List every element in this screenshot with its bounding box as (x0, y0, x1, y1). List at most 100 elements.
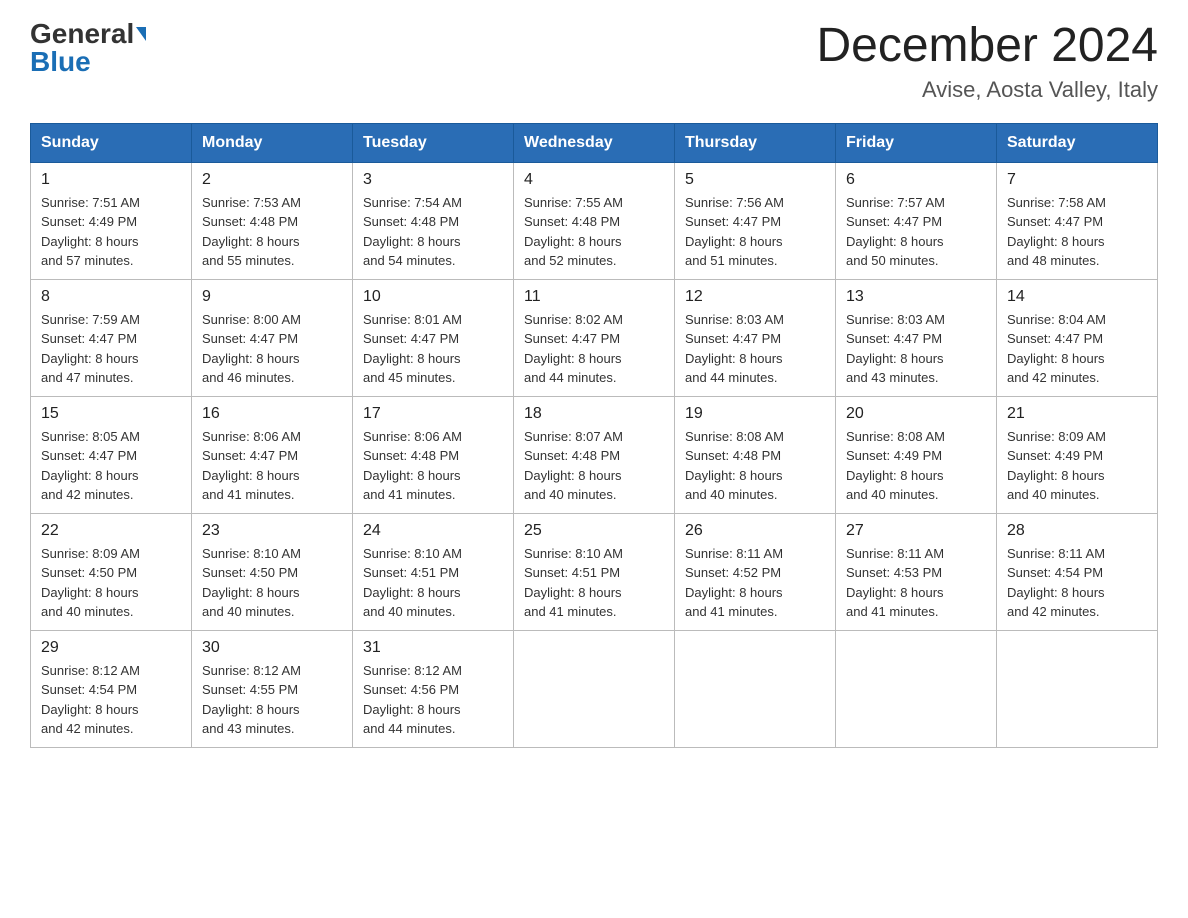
day-cell-20: 20Sunrise: 8:08 AMSunset: 4:49 PMDayligh… (836, 396, 997, 513)
day-cell-26: 26Sunrise: 8:11 AMSunset: 4:52 PMDayligh… (675, 513, 836, 630)
day-cell-31: 31 Sunrise: 8:12 AMSunset: 4:56 PMDayligh… (353, 630, 514, 747)
day-cell-9: 9 Sunrise: 8:00 AMSunset: 4:47 PMDaylight… (192, 279, 353, 396)
day-info: Sunrise: 8:03 AMSunset: 4:47 PMDaylight:… (685, 310, 825, 388)
day-number: 24 (363, 522, 503, 540)
day-cell-3: 3 Sunrise: 7:54 AMSunset: 4:48 PMDaylight… (353, 162, 514, 279)
day-number: 7 (1007, 171, 1147, 189)
day-info: Sunrise: 8:09 AMSunset: 4:49 PMDaylight:… (1007, 427, 1147, 505)
day-number: 31 (363, 639, 503, 657)
day-number: 26 (685, 522, 825, 540)
day-cell-30: 30 Sunrise: 8:12 AMSunset: 4:55 PMDayligh… (192, 630, 353, 747)
day-cell-27: 27 Sunrise: 8:11 AMSunset: 4:53 PMDayligh… (836, 513, 997, 630)
day-info: Sunrise: 8:10 AMSunset: 4:51 PMDaylight:… (524, 544, 664, 622)
day-cell-7: 7 Sunrise: 7:58 AMSunset: 4:47 PMDaylight… (997, 162, 1158, 279)
empty-cell (514, 630, 675, 747)
day-cell-10: 10Sunrise: 8:01 AMSunset: 4:47 PMDayligh… (353, 279, 514, 396)
day-number: 8 (41, 288, 181, 306)
day-info: Sunrise: 7:57 AMSunset: 4:47 PMDaylight:… (846, 193, 986, 271)
day-cell-22: 22 Sunrise: 8:09 AMSunset: 4:50 PMDayligh… (31, 513, 192, 630)
day-info: Sunrise: 8:07 AMSunset: 4:48 PMDaylight:… (524, 427, 664, 505)
logo: General Blue (30, 20, 146, 76)
empty-cell (997, 630, 1158, 747)
day-cell-1: 1 Sunrise: 7:51 AMSunset: 4:49 PMDaylight… (31, 162, 192, 279)
day-cell-17: 17 Sunrise: 8:06 AMSunset: 4:48 PMDayligh… (353, 396, 514, 513)
day-info: Sunrise: 8:04 AMSunset: 4:47 PMDaylight:… (1007, 310, 1147, 388)
title-section: December 2024 Avise, Aosta Valley, Italy (816, 20, 1158, 103)
day-cell-5: 5 Sunrise: 7:56 AMSunset: 4:47 PMDaylight… (675, 162, 836, 279)
day-info: Sunrise: 8:08 AMSunset: 4:48 PMDaylight:… (685, 427, 825, 505)
day-number: 17 (363, 405, 503, 423)
day-number: 13 (846, 288, 986, 306)
weekday-header-sunday: Sunday (31, 123, 192, 162)
logo-general-text: General (30, 20, 134, 48)
week-row-5: 29 Sunrise: 8:12 AMSunset: 4:54 PMDayligh… (31, 630, 1158, 747)
day-number: 30 (202, 639, 342, 657)
week-row-4: 22 Sunrise: 8:09 AMSunset: 4:50 PMDayligh… (31, 513, 1158, 630)
weekday-header-friday: Friday (836, 123, 997, 162)
day-cell-15: 15 Sunrise: 8:05 AMSunset: 4:47 PMDayligh… (31, 396, 192, 513)
day-info: Sunrise: 8:01 AMSunset: 4:47 PMDaylight:… (363, 310, 503, 388)
day-number: 25 (524, 522, 664, 540)
week-row-2: 8 Sunrise: 7:59 AMSunset: 4:47 PMDaylight… (31, 279, 1158, 396)
weekday-header-monday: Monday (192, 123, 353, 162)
day-number: 18 (524, 405, 664, 423)
day-cell-29: 29 Sunrise: 8:12 AMSunset: 4:54 PMDayligh… (31, 630, 192, 747)
weekday-header-thursday: Thursday (675, 123, 836, 162)
day-number: 29 (41, 639, 181, 657)
day-info: Sunrise: 8:11 AMSunset: 4:53 PMDaylight:… (846, 544, 986, 622)
day-cell-19: 19 Sunrise: 8:08 AMSunset: 4:48 PMDayligh… (675, 396, 836, 513)
day-info: Sunrise: 8:12 AMSunset: 4:54 PMDaylight:… (41, 661, 181, 739)
day-number: 9 (202, 288, 342, 306)
day-number: 1 (41, 171, 181, 189)
day-number: 27 (846, 522, 986, 540)
day-info: Sunrise: 8:12 AMSunset: 4:56 PMDaylight:… (363, 661, 503, 739)
day-cell-12: 12 Sunrise: 8:03 AMSunset: 4:47 PMDayligh… (675, 279, 836, 396)
weekday-header-wednesday: Wednesday (514, 123, 675, 162)
day-cell-16: 16Sunrise: 8:06 AMSunset: 4:47 PMDayligh… (192, 396, 353, 513)
day-info: Sunrise: 7:58 AMSunset: 4:47 PMDaylight:… (1007, 193, 1147, 271)
page-header: General Blue December 2024 Avise, Aosta … (30, 20, 1158, 103)
day-info: Sunrise: 7:59 AMSunset: 4:47 PMDaylight:… (41, 310, 181, 388)
day-cell-21: 21 Sunrise: 8:09 AMSunset: 4:49 PMDayligh… (997, 396, 1158, 513)
day-cell-8: 8 Sunrise: 7:59 AMSunset: 4:47 PMDaylight… (31, 279, 192, 396)
day-number: 14 (1007, 288, 1147, 306)
day-info: Sunrise: 8:11 AMSunset: 4:54 PMDaylight:… (1007, 544, 1147, 622)
weekday-header-saturday: Saturday (997, 123, 1158, 162)
day-info: Sunrise: 7:53 AMSunset: 4:48 PMDaylight:… (202, 193, 342, 271)
day-info: Sunrise: 8:06 AMSunset: 4:48 PMDaylight:… (363, 427, 503, 505)
day-number: 3 (363, 171, 503, 189)
day-number: 23 (202, 522, 342, 540)
day-cell-28: 28Sunrise: 8:11 AMSunset: 4:54 PMDayligh… (997, 513, 1158, 630)
day-number: 20 (846, 405, 986, 423)
day-info: Sunrise: 8:12 AMSunset: 4:55 PMDaylight:… (202, 661, 342, 739)
day-number: 6 (846, 171, 986, 189)
day-number: 22 (41, 522, 181, 540)
day-number: 12 (685, 288, 825, 306)
day-info: Sunrise: 7:54 AMSunset: 4:48 PMDaylight:… (363, 193, 503, 271)
empty-cell (675, 630, 836, 747)
day-number: 2 (202, 171, 342, 189)
day-cell-11: 11Sunrise: 8:02 AMSunset: 4:47 PMDayligh… (514, 279, 675, 396)
empty-cell (836, 630, 997, 747)
day-cell-24: 24Sunrise: 8:10 AMSunset: 4:51 PMDayligh… (353, 513, 514, 630)
calendar-title: December 2024 (816, 20, 1158, 73)
day-number: 21 (1007, 405, 1147, 423)
week-row-1: 1 Sunrise: 7:51 AMSunset: 4:49 PMDaylight… (31, 162, 1158, 279)
day-number: 19 (685, 405, 825, 423)
weekday-header-tuesday: Tuesday (353, 123, 514, 162)
day-number: 11 (524, 288, 664, 306)
day-info: Sunrise: 8:09 AMSunset: 4:50 PMDaylight:… (41, 544, 181, 622)
day-cell-23: 23Sunrise: 8:10 AMSunset: 4:50 PMDayligh… (192, 513, 353, 630)
day-number: 15 (41, 405, 181, 423)
day-info: Sunrise: 7:51 AMSunset: 4:49 PMDaylight:… (41, 193, 181, 271)
logo-triangle-icon (136, 27, 146, 41)
day-cell-13: 13Sunrise: 8:03 AMSunset: 4:47 PMDayligh… (836, 279, 997, 396)
day-info: Sunrise: 8:05 AMSunset: 4:47 PMDaylight:… (41, 427, 181, 505)
calendar-subtitle: Avise, Aosta Valley, Italy (816, 77, 1158, 103)
day-info: Sunrise: 8:00 AMSunset: 4:47 PMDaylight:… (202, 310, 342, 388)
day-number: 16 (202, 405, 342, 423)
day-number: 5 (685, 171, 825, 189)
day-cell-18: 18 Sunrise: 8:07 AMSunset: 4:48 PMDayligh… (514, 396, 675, 513)
day-cell-14: 14 Sunrise: 8:04 AMSunset: 4:47 PMDayligh… (997, 279, 1158, 396)
day-info: Sunrise: 7:56 AMSunset: 4:47 PMDaylight:… (685, 193, 825, 271)
